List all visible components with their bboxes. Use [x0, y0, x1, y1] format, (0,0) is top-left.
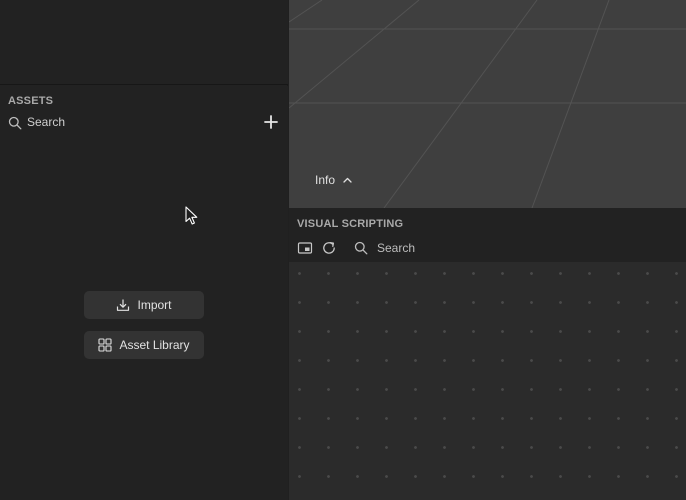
- grid-icon: [98, 338, 113, 352]
- left-column: ASSETS Search Import Asset Library: [0, 0, 288, 500]
- download-icon: [117, 299, 130, 311]
- import-button[interactable]: Import: [84, 291, 204, 319]
- app-root: ASSETS Search Import Asset Library Info …: [0, 0, 686, 500]
- visual-scripting-title: VISUAL SCRIPTING: [297, 218, 404, 230]
- info-label: Info: [315, 173, 336, 187]
- visual-scripting-search-input[interactable]: Search: [377, 241, 415, 255]
- scene-viewport[interactable]: Info: [289, 0, 686, 208]
- assets-title: ASSETS: [8, 95, 54, 107]
- preview-window-icon[interactable]: [297, 240, 313, 256]
- asset-library-button-label: Asset Library: [119, 338, 190, 352]
- assets-search-input[interactable]: Search: [27, 115, 65, 129]
- search-icon: [8, 116, 22, 130]
- visual-scripting-panel: VISUAL SCRIPTING Search: [289, 208, 686, 500]
- asset-library-button[interactable]: Asset Library: [84, 331, 204, 359]
- node-graph-canvas[interactable]: [289, 262, 686, 500]
- visual-scripting-toolbar: Search: [297, 240, 677, 258]
- mouse-pointer-icon: [185, 206, 198, 225]
- left-top-panel: [0, 0, 288, 85]
- import-button-label: Import: [137, 298, 172, 312]
- refresh-icon[interactable]: [321, 240, 337, 256]
- assets-search[interactable]: Search: [8, 114, 280, 132]
- chevron-up-icon: [343, 177, 352, 183]
- assets-panel: ASSETS Search Import Asset Library: [0, 86, 288, 500]
- plus-icon[interactable]: [264, 115, 278, 129]
- info-toggle[interactable]: Info: [315, 173, 352, 187]
- search-icon: [354, 241, 368, 255]
